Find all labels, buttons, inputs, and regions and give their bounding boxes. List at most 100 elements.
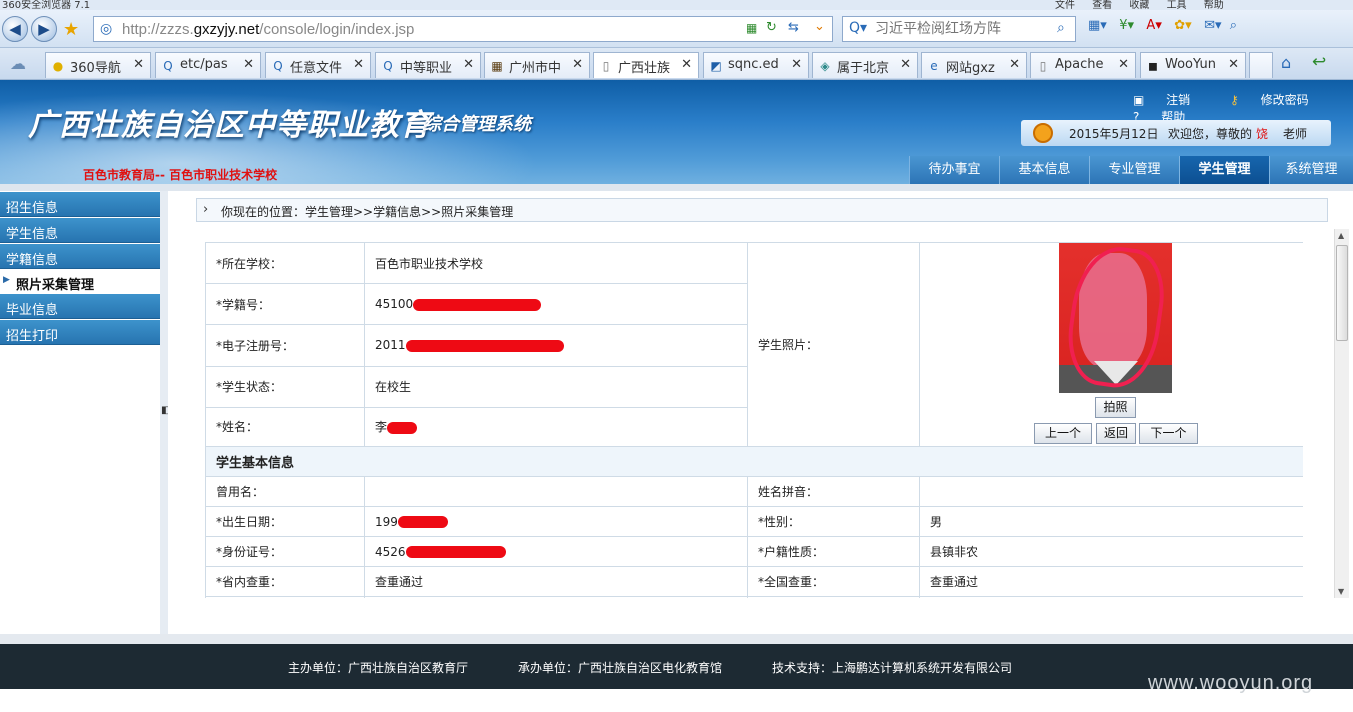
footer-host: 主办单位：广西壮族自治区教育厅 xyxy=(288,661,469,675)
close-icon[interactable]: ✕ xyxy=(1118,57,1129,72)
zoom-icon[interactable]: ⌕ xyxy=(1230,18,1237,33)
tab-label: 任意文件 xyxy=(290,61,343,76)
close-icon[interactable]: ✕ xyxy=(1009,57,1020,72)
reg-no-label: *学籍号： xyxy=(205,283,365,326)
student-form: *所在学校： 百色市职业技术学校 学生照片： 拍照 上一个 返回 下一个 *学籍… xyxy=(205,242,1303,598)
triangle-right-icon: ▶ xyxy=(3,275,10,285)
search-input[interactable] xyxy=(875,20,1055,38)
gender-value: 男 xyxy=(919,506,1303,537)
close-icon[interactable]: ✕ xyxy=(1228,57,1239,72)
sidebar-item-graduation[interactable]: 毕业信息 xyxy=(0,294,160,319)
birth-value: 199 xyxy=(364,506,748,537)
logout-link[interactable]: ▣ 注销 xyxy=(1133,93,1208,107)
former-name-label: 曾用名： xyxy=(205,476,365,507)
close-icon[interactable]: ✕ xyxy=(681,57,692,72)
scroll-up-icon[interactable]: ▲ xyxy=(1338,231,1344,240)
tab-sqnc[interactable]: ◩ sqnc.ed ✕ xyxy=(703,52,809,78)
back-arrow-icon[interactable]: ◀ xyxy=(2,16,28,42)
change-password-label: 修改密码 xyxy=(1260,93,1309,107)
nav-basic-info[interactable]: 基本信息 xyxy=(999,156,1089,184)
section-title: 学生基本信息 xyxy=(205,446,1303,477)
tab-any-file[interactable]: Q 任意文件 ✕ xyxy=(265,52,371,78)
scroll-thumb[interactable] xyxy=(1336,245,1348,341)
sidebar-item-admissions[interactable]: 招生信息 xyxy=(0,192,160,217)
vertical-scrollbar[interactable]: ▲ ▼ xyxy=(1334,229,1349,598)
compat-icon[interactable]: ⇆ xyxy=(788,20,799,35)
close-icon[interactable]: ✕ xyxy=(791,57,802,72)
sidebar-splitter[interactable]: ◧ xyxy=(160,191,170,634)
school-label: *所在学校： xyxy=(205,242,365,285)
url-domain: gxzyjy.net xyxy=(193,21,260,38)
scroll-down-icon[interactable]: ▼ xyxy=(1338,587,1344,596)
address-bar[interactable]: ◎ http://zzzs.gxzyjy.net/console/login/i… xyxy=(93,16,833,42)
close-icon[interactable]: ✕ xyxy=(353,57,364,72)
search-icon[interactable]: ⌕ xyxy=(1057,20,1065,36)
current-date: 2015年5月12日 xyxy=(1069,127,1159,141)
tab-wooyun[interactable]: ◼ WooYun ✕ xyxy=(1140,52,1246,78)
menu-help[interactable]: 帮助 xyxy=(1204,0,1224,10)
new-tab-button[interactable] xyxy=(1249,52,1273,78)
tab-label: 网站gxz xyxy=(946,61,995,76)
e-reg-prefix: 2011 xyxy=(375,338,406,353)
capture-button[interactable]: 拍照 xyxy=(1095,397,1136,418)
close-icon[interactable]: ✕ xyxy=(572,57,583,72)
name-prefix: 李 xyxy=(375,420,388,435)
tab-website-gxz[interactable]: e 网站gxz ✕ xyxy=(921,52,1027,78)
tab-etc-passwd[interactable]: Qetc/pas ✕ xyxy=(155,52,261,78)
tab-360nav[interactable]: ● 360导航 ✕ xyxy=(45,52,151,78)
tab-guangxi-active[interactable]: ▯ 广西壮族 ✕ xyxy=(593,52,699,78)
menu-tools[interactable]: 工具 xyxy=(1167,0,1187,10)
nav-todo[interactable]: 待办事宜 xyxy=(909,156,999,184)
mail-icon[interactable]: ✉▾ xyxy=(1204,18,1221,33)
id-value: 4526 xyxy=(364,536,748,567)
home-icon[interactable]: ⌂ xyxy=(1281,53,1291,72)
gift-icon[interactable]: ✿▾ xyxy=(1174,18,1191,33)
nav-student-mgmt[interactable]: 学生管理 xyxy=(1179,156,1269,184)
status-label: *学生状态： xyxy=(205,365,365,408)
qr-icon[interactable]: ▦ xyxy=(746,21,757,35)
menu-view[interactable]: 查看 xyxy=(1092,0,1112,10)
search-icon: Q xyxy=(163,59,173,73)
close-icon[interactable]: ✕ xyxy=(900,57,911,72)
sidebar-item-enrollment[interactable]: 学籍信息 xyxy=(0,244,160,269)
grid-icon[interactable]: ▦▾ xyxy=(1088,18,1107,33)
translate-icon[interactable]: A▾ xyxy=(1146,18,1161,33)
redaction-mark xyxy=(387,421,418,434)
site-subtitle: 综合管理系统 xyxy=(423,114,531,135)
next-button[interactable]: 下一个 xyxy=(1139,423,1198,444)
welcome-bar: 2015年5月12日 欢迎您，尊敬的 饶 老师 xyxy=(1021,120,1331,146)
grid-icon: ▦ xyxy=(491,59,503,73)
dropdown-icon[interactable]: ⌄ xyxy=(814,19,825,34)
forward-arrow-icon[interactable]: ▶ xyxy=(31,16,57,42)
tab-guangzhou[interactable]: ▦ 广州市中 ✕ xyxy=(484,52,590,78)
money-icon[interactable]: ¥▾ xyxy=(1119,18,1134,33)
undo-icon[interactable]: ↩ xyxy=(1312,52,1326,72)
tab-vocational[interactable]: Q 中等职业 ✕ xyxy=(375,52,481,78)
close-icon[interactable]: ✕ xyxy=(463,57,474,72)
search-box[interactable]: Q▾ ⌕ xyxy=(842,16,1076,42)
close-icon[interactable]: ✕ xyxy=(133,57,144,72)
search-engine-icon[interactable]: Q▾ xyxy=(849,20,867,36)
tab-apache[interactable]: ▯ Apache ✕ xyxy=(1030,52,1136,78)
prev-button[interactable]: 上一个 xyxy=(1034,423,1092,444)
back-button[interactable]: 返回 xyxy=(1096,423,1136,444)
name-value: 李 xyxy=(364,406,748,448)
refresh-icon[interactable]: ↻ xyxy=(766,20,777,35)
star-icon[interactable]: ★ xyxy=(63,19,79,40)
toolbar-extensions: ▦▾ ¥▾ A▾ ✿▾ ✉▾ ⌕ xyxy=(1088,18,1237,33)
close-icon[interactable]: ✕ xyxy=(243,57,254,72)
nav-system-mgmt[interactable]: 系统管理 xyxy=(1269,156,1353,184)
sidebar-item-student-info[interactable]: 学生信息 xyxy=(0,218,160,243)
nav-major-mgmt[interactable]: 专业管理 xyxy=(1089,156,1179,184)
gender-label: *性别： xyxy=(747,506,920,537)
sidebar-item-print[interactable]: 招生打印 xyxy=(0,320,160,345)
name-label: *姓名： xyxy=(205,406,365,448)
sidebar-item-photo-mgmt[interactable]: ▶ 照片采集管理 xyxy=(0,270,160,294)
tab-beijing[interactable]: ◈ 属于北京 ✕ xyxy=(812,52,918,78)
change-password-link[interactable]: ⚷ 修改密码 xyxy=(1230,93,1327,107)
reg-no-value: 45100 xyxy=(364,283,748,326)
menu-file[interactable]: 文件 xyxy=(1055,0,1075,10)
cloud-icon[interactable]: ☁ xyxy=(10,54,26,73)
footer-organizer: 承办单位：广西壮族自治区电化教育馆 xyxy=(518,661,723,675)
menu-favorites[interactable]: 收藏 xyxy=(1129,0,1149,10)
